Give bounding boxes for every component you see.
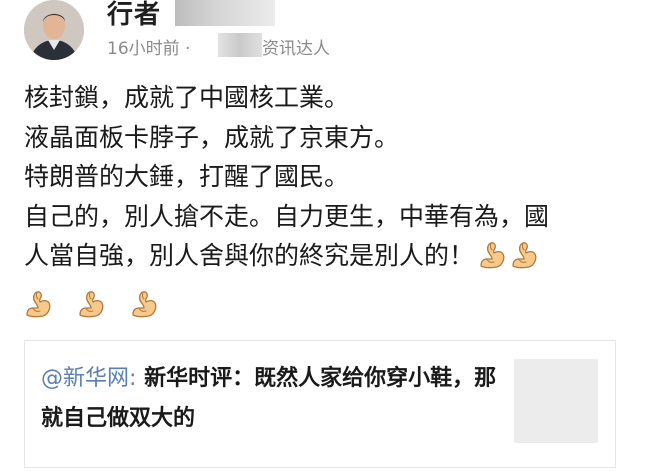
shared-article-title[interactable]: @新华网: 新华时评：既然人家给你穿小鞋，那就自己做双大的 (41, 359, 501, 439)
post-body: 核封鎖，成就了中國核工業。 液晶面板卡脖子，成就了京東方。 特朗普的大錘，打醒了… (24, 78, 624, 276)
author-name[interactable]: 行者 (107, 0, 161, 31)
post-line: 特朗普的大錘，打醒了國民。 (24, 162, 350, 191)
post-line-last: 人當自強，別人舍與你的終究是別人的！ (24, 236, 624, 276)
flexed-biceps-icon (26, 291, 51, 318)
post-line: 核封鎖，成就了中國核工業。 (24, 83, 350, 112)
flexed-biceps-icon (480, 242, 505, 269)
post-source: 资讯达人 (262, 39, 330, 59)
flexed-biceps-icon (79, 291, 104, 318)
article-thumbnail[interactable] (514, 359, 598, 443)
emoji-row (24, 288, 183, 328)
flexed-biceps-icon (512, 242, 537, 269)
weibo-post: 行者 16小时前 · 资讯达人 核封鎖，成就了中國核工業。 液晶面板卡脖子，成就… (0, 0, 645, 471)
post-line: 自己的，別人搶不走。自力更生，中華有為，國 (24, 201, 550, 231)
post-time: 16小时前 · (107, 39, 191, 59)
author-avatar[interactable] (24, 0, 84, 60)
redacted-name-blur (175, 0, 275, 26)
redacted-source-blur (218, 33, 262, 57)
post-line-text: 人當自強，別人舍與你的終究是別人的！ (24, 241, 475, 270)
post-line: 液晶面板卡脖子，成就了京東方。 (24, 122, 400, 152)
avatar-photo (24, 0, 84, 60)
flexed-biceps-icon (132, 291, 157, 318)
mention-link[interactable]: @新华网: (41, 366, 136, 391)
shared-article-card[interactable]: @新华网: 新华时评：既然人家给你穿小鞋，那就自己做双大的 (24, 340, 616, 468)
